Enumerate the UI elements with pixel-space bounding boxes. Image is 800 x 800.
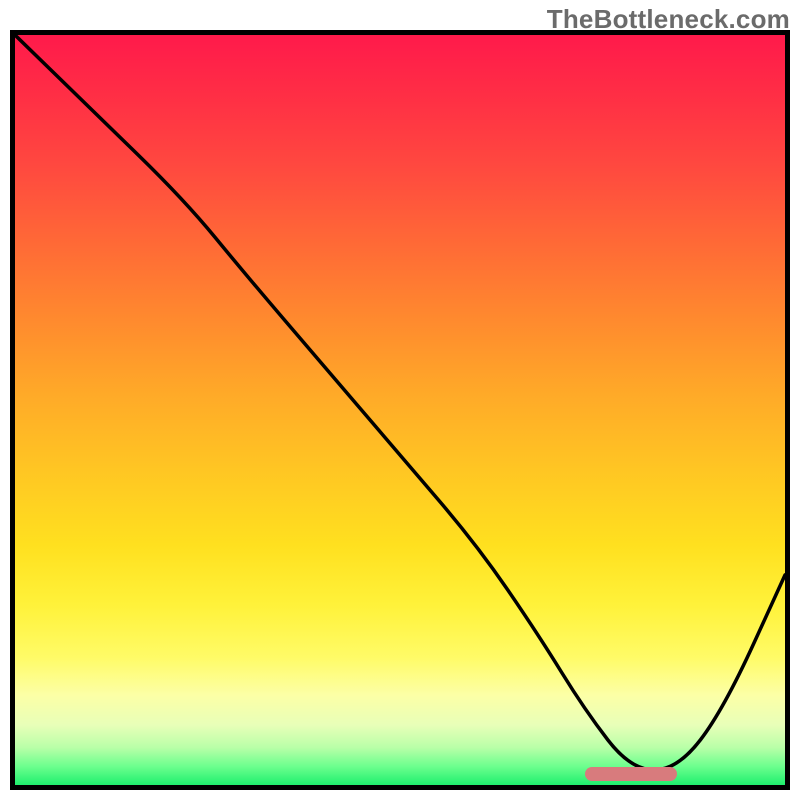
optimal-range-marker: [585, 767, 677, 781]
chart-frame: TheBottleneck.com: [0, 0, 800, 800]
curve-line: [15, 35, 785, 770]
watermark-text: TheBottleneck.com: [547, 4, 790, 35]
bottleneck-curve: [15, 35, 785, 785]
plot-area: [10, 30, 790, 790]
